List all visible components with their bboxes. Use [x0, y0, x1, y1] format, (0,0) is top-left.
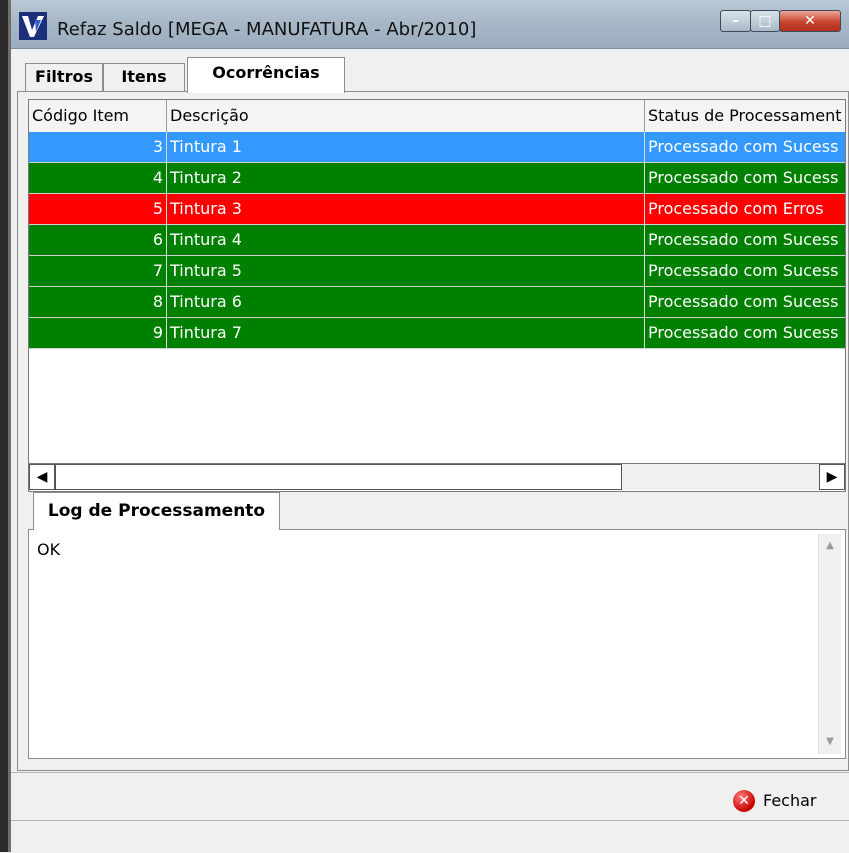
cell-status: Processado com Sucess [645, 287, 845, 317]
close-circle-icon: ✕ [733, 790, 755, 812]
scroll-right-button[interactable]: ▶ [819, 464, 845, 490]
tab-log-processamento[interactable]: Log de Processamento [33, 492, 280, 530]
fechar-button[interactable]: ✕ Fechar [733, 788, 829, 814]
maximize-button[interactable]: □ [750, 10, 780, 32]
horizontal-scrollbar[interactable]: ◀ ▶ [29, 463, 845, 491]
arrow-left-icon: ◀ [36, 469, 48, 485]
table-row[interactable]: 6 Tintura 4 Processado com Sucess [29, 225, 845, 256]
table-row[interactable]: 8 Tintura 6 Processado com Sucess [29, 287, 845, 318]
table-row[interactable]: 3 Tintura 1 Processado com Sucess [29, 132, 845, 163]
cell-status: Processado com Sucess [645, 256, 845, 286]
scroll-up-icon[interactable]: ▲ [819, 536, 841, 556]
column-header-codigo[interactable]: Código Item [29, 100, 167, 132]
table-row[interactable]: 5 Tintura 3 Processado com Erros [29, 194, 845, 225]
table-row[interactable]: 7 Tintura 5 Processado com Sucess [29, 256, 845, 287]
cell-descricao: Tintura 4 [167, 225, 645, 255]
log-area: OK ▲ ▼ [28, 529, 846, 759]
minimize-button[interactable]: – [720, 10, 751, 32]
cell-descricao: Tintura 2 [167, 163, 645, 193]
cell-descricao: Tintura 6 [167, 287, 645, 317]
close-x-icon: ✕ [804, 13, 816, 29]
arrow-right-icon: ▶ [826, 469, 838, 485]
cell-status: Processado com Sucess [645, 225, 845, 255]
grid-header: Código Item Descrição Status de Processa… [29, 100, 845, 133]
window-title: Refaz Saldo [MEGA - MANUFATURA - Abr/201… [57, 19, 477, 40]
cell-codigo: 8 [29, 287, 167, 317]
table-row[interactable]: 4 Tintura 2 Processado com Sucess [29, 163, 845, 194]
log-vertical-scrollbar[interactable]: ▲ ▼ [818, 534, 841, 754]
fechar-label: Fechar [763, 791, 817, 810]
column-header-descricao[interactable]: Descrição [167, 100, 645, 132]
app-logo-icon [19, 12, 47, 40]
cell-descricao: Tintura 7 [167, 318, 645, 348]
minimize-icon: – [732, 13, 739, 29]
results-grid: Código Item Descrição Status de Processa… [28, 99, 846, 492]
tab-ocorrencias[interactable]: Ocorrências [187, 57, 345, 93]
status-bar [11, 820, 849, 853]
tab-itens[interactable]: Itens [103, 63, 185, 91]
footer-divider [11, 772, 849, 773]
cell-codigo: 4 [29, 163, 167, 193]
cell-codigo: 3 [29, 132, 167, 162]
column-header-status[interactable]: Status de Processament [645, 100, 845, 132]
background-window-edge [0, 0, 8, 852]
cell-status: Processado com Sucess [645, 163, 845, 193]
window-close-button[interactable]: ✕ [779, 10, 841, 32]
cell-codigo: 5 [29, 194, 167, 224]
maximize-icon: □ [758, 13, 772, 29]
cell-descricao: Tintura 5 [167, 256, 645, 286]
cell-codigo: 6 [29, 225, 167, 255]
ocorrencias-panel: Código Item Descrição Status de Processa… [17, 91, 849, 771]
table-row[interactable]: 9 Tintura 7 Processado com Sucess [29, 318, 845, 349]
cell-codigo: 9 [29, 318, 167, 348]
scroll-thumb[interactable] [55, 464, 622, 490]
cell-status: Processado com Erros [645, 194, 845, 224]
tab-filtros[interactable]: Filtros [25, 63, 103, 91]
log-text[interactable]: OK [37, 540, 797, 750]
scroll-left-button[interactable]: ◀ [29, 464, 55, 490]
cell-status: Processado com Sucess [645, 318, 845, 348]
cell-codigo: 7 [29, 256, 167, 286]
cell-descricao: Tintura 1 [167, 132, 645, 162]
scroll-track[interactable] [622, 464, 819, 490]
cell-descricao: Tintura 3 [167, 194, 645, 224]
refaz-saldo-window: Refaz Saldo [MEGA - MANUFATURA - Abr/201… [11, 0, 849, 853]
title-bar[interactable]: Refaz Saldo [MEGA - MANUFATURA - Abr/201… [11, 0, 849, 49]
cell-status: Processado com Sucess [645, 132, 845, 162]
scroll-down-icon[interactable]: ▼ [819, 732, 841, 752]
window-controls: – □ ✕ [720, 10, 843, 32]
